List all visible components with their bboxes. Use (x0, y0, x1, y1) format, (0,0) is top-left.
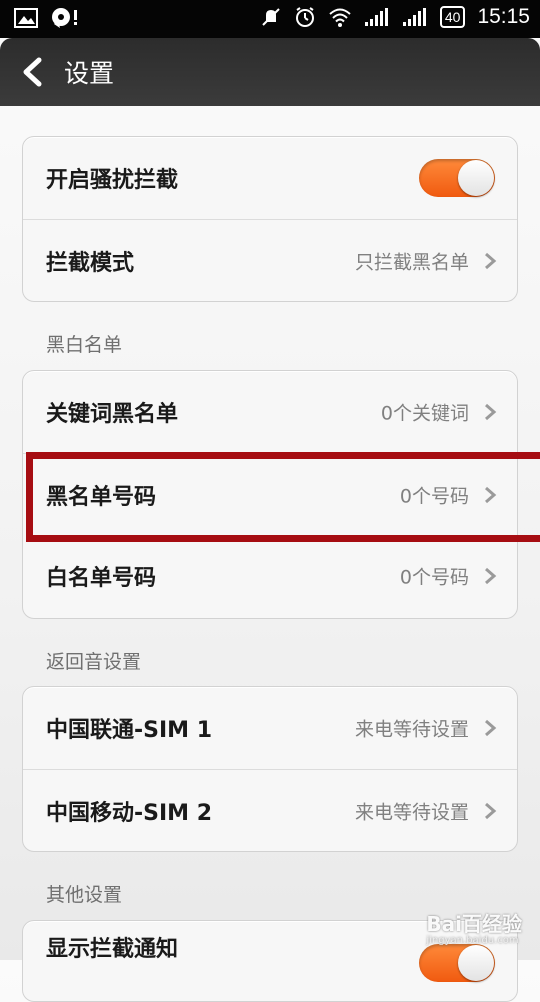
chat-notification-icon (52, 8, 77, 28)
sim1-row[interactable]: 中国联通-SIM 1 来电等待设置 (23, 687, 517, 769)
title-bar: 设置 (0, 38, 540, 106)
image-icon (14, 8, 38, 28)
status-time: 15:15 (477, 5, 530, 28)
watermark-text: Bai百经验 (426, 912, 522, 936)
interception-mode-row[interactable]: 拦截模式 只拦截黑名单 (23, 219, 517, 302)
row-value: 0个关键词 (380, 402, 469, 425)
chevron-right-icon (485, 252, 497, 270)
chevron-left-icon (23, 57, 42, 87)
keyword-blacklist-row[interactable]: 关键词黑名单 0个关键词 (23, 371, 517, 453)
row-value: 来电等待设置 (354, 718, 469, 741)
signal-icon (364, 8, 388, 26)
back-button[interactable] (14, 52, 54, 92)
row-label: 中国移动-SIM 2 (46, 801, 213, 826)
chevron-right-icon (485, 802, 497, 820)
row-label: 显示拦截通知 (46, 937, 179, 962)
row-value: 只拦截黑名单 (354, 251, 469, 274)
row-value: 0个号码 (399, 566, 469, 589)
enable-interception-toggle[interactable] (419, 159, 495, 197)
row-value: 来电等待设置 (354, 801, 469, 824)
row-label: 开启骚扰拦截 (46, 168, 179, 193)
chevron-right-icon (485, 403, 497, 421)
alarm-icon (295, 7, 314, 27)
watermark-sub: jingyan.baidu.com (426, 935, 519, 946)
signal-icon (402, 8, 426, 26)
row-label: 关键词黑名单 (46, 402, 179, 427)
highlight-box (26, 452, 540, 542)
section-header-ringback: 返回音设置 (46, 651, 142, 673)
whitelist-numbers-row[interactable]: 白名单号码 0个号码 (23, 535, 517, 617)
toggle-knob (458, 160, 494, 196)
enable-interception-row[interactable]: 开启骚扰拦截 (23, 137, 517, 219)
section-header-blacklist: 黑白名单 (46, 334, 123, 356)
toggle-knob (458, 945, 494, 981)
battery-icon: 40 (439, 6, 466, 28)
chevron-right-icon (485, 719, 497, 737)
ringback-card: 中国联通-SIM 1 来电等待设置 中国移动-SIM 2 来电等待设置 (22, 686, 518, 852)
mute-icon (262, 8, 280, 26)
interception-card: 开启骚扰拦截 拦截模式 只拦截黑名单 (22, 136, 518, 302)
baidu-watermark: Bai百经验 jingyan.baidu.com (426, 908, 522, 946)
page-title: 设置 (64, 59, 115, 88)
row-label: 白名单号码 (46, 566, 157, 591)
status-bar: 40 15:15 (0, 0, 540, 38)
sim2-row[interactable]: 中国移动-SIM 2 来电等待设置 (23, 769, 517, 852)
section-header-other: 其他设置 (46, 884, 123, 906)
show-notification-toggle[interactable] (419, 944, 495, 982)
wifi-icon (329, 8, 351, 27)
row-label: 中国联通-SIM 1 (46, 718, 213, 743)
row-label: 拦截模式 (46, 251, 135, 276)
chevron-right-icon (485, 567, 497, 585)
